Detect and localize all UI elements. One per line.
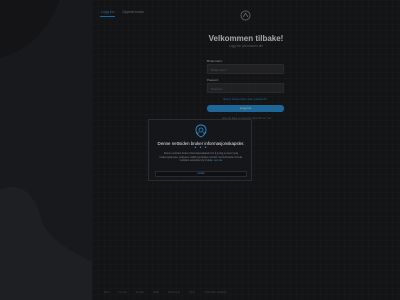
pagination-dots: • • •	[194, 145, 208, 151]
cookie-consent-modal: Denne nettsiden bruker informasjonskapsl…	[148, 119, 252, 181]
cookie-modal-body: Denne nettsiden bruker informasjonskapsl…	[157, 152, 245, 163]
cookie-shield-icon	[195, 124, 207, 138]
accept-cookies-button[interactable]: Godta	[155, 171, 247, 177]
login-page: Logg inn Opprett konto Velkommen tilbake…	[0, 0, 400, 300]
read-more-link[interactable]: Les mer	[214, 159, 223, 162]
cookie-modal-text: Denne nettsiden bruker informasjonskapsl…	[159, 152, 243, 163]
